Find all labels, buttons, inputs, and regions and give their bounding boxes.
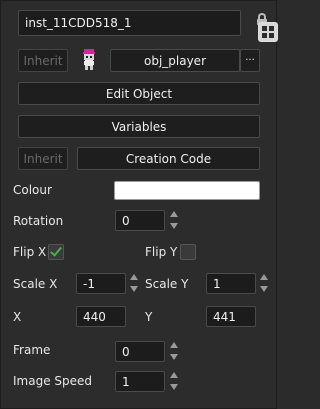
- object-name: obj_player: [143, 53, 206, 68]
- edit-object-button[interactable]: Edit Object: [18, 82, 260, 105]
- instance-name-value: inst_11CDD518_1: [25, 16, 132, 30]
- rotation-down-icon[interactable]: [170, 223, 178, 229]
- image-speed-value: 1: [122, 374, 130, 389]
- rotation-up-icon[interactable]: [170, 211, 178, 217]
- flip-x-label: Flip X: [13, 245, 47, 259]
- scale-y-input[interactable]: 1: [206, 273, 256, 294]
- colour-swatch[interactable]: [114, 181, 260, 200]
- edit-object-label: Edit Object: [105, 86, 173, 101]
- inherit-creation-code-button[interactable]: Inherit: [18, 147, 68, 170]
- image-speed-label: Image Speed: [13, 374, 93, 388]
- object-selector-button[interactable]: obj_player: [110, 49, 240, 72]
- grid-cell: [262, 33, 267, 38]
- inherit-creation-code-label: Inherit: [23, 151, 63, 166]
- x-value: 440: [83, 309, 106, 324]
- frame-label: Frame: [13, 343, 51, 357]
- instance-name-field[interactable]: inst_11CDD518_1: [18, 10, 241, 36]
- x-label: X: [13, 310, 22, 324]
- flip-y-checkbox[interactable]: [180, 244, 196, 260]
- scale-y-value: 1: [213, 276, 221, 291]
- inherit-object-label: Inherit: [23, 53, 63, 68]
- creation-code-button[interactable]: Creation Code: [77, 147, 260, 170]
- object-more-button[interactable]: ···: [240, 49, 260, 72]
- frame-stepper[interactable]: [169, 342, 179, 360]
- scale-y-down-icon[interactable]: [260, 286, 268, 292]
- rotation-label: Rotation: [13, 214, 64, 228]
- scale-x-stepper[interactable]: [129, 274, 139, 292]
- grid-cell: [262, 26, 267, 31]
- player-sprite-icon: [83, 49, 95, 70]
- flip-y-label: Flip Y: [145, 245, 178, 259]
- scale-y-up-icon[interactable]: [260, 274, 268, 280]
- rotation-stepper[interactable]: [169, 211, 179, 229]
- frame-input[interactable]: 0: [115, 341, 165, 362]
- colour-label: Colour: [13, 183, 52, 197]
- scale-x-up-icon[interactable]: [130, 274, 138, 280]
- rotation-value: 0: [122, 213, 130, 228]
- frame-value: 0: [122, 344, 130, 359]
- scale-x-input[interactable]: -1: [76, 273, 126, 294]
- image-speed-up-icon[interactable]: [170, 372, 178, 378]
- y-label: Y: [145, 310, 153, 324]
- instance-properties-panel: inst_11CDD518_1 Inherit obj_player ··· E…: [0, 0, 278, 409]
- inherit-object-button[interactable]: Inherit: [18, 49, 68, 72]
- y-input[interactable]: 441: [206, 306, 256, 327]
- flip-x-checkbox[interactable]: [48, 244, 64, 260]
- image-speed-stepper[interactable]: [169, 372, 179, 390]
- frame-up-icon[interactable]: [170, 342, 178, 348]
- grid-cell: [269, 26, 274, 31]
- rotation-input[interactable]: 0: [115, 210, 165, 231]
- object-more-label: ···: [245, 55, 255, 66]
- grid-icon[interactable]: [258, 22, 278, 42]
- variables-button[interactable]: Variables: [18, 115, 260, 138]
- image-speed-down-icon[interactable]: [170, 384, 178, 390]
- creation-code-label: Creation Code: [125, 151, 212, 166]
- scale-x-label: Scale X: [13, 277, 58, 291]
- variables-label: Variables: [111, 119, 167, 134]
- scale-y-label: Scale Y: [145, 277, 189, 291]
- checkmark-icon: [50, 244, 62, 257]
- scale-x-down-icon[interactable]: [130, 286, 138, 292]
- scale-x-value: -1: [83, 276, 95, 291]
- frame-down-icon[interactable]: [170, 354, 178, 360]
- y-value: 441: [213, 309, 236, 324]
- image-speed-input[interactable]: 1: [115, 371, 165, 392]
- x-input[interactable]: 440: [76, 306, 126, 327]
- grid-cell: [269, 33, 274, 38]
- scale-y-stepper[interactable]: [259, 274, 269, 292]
